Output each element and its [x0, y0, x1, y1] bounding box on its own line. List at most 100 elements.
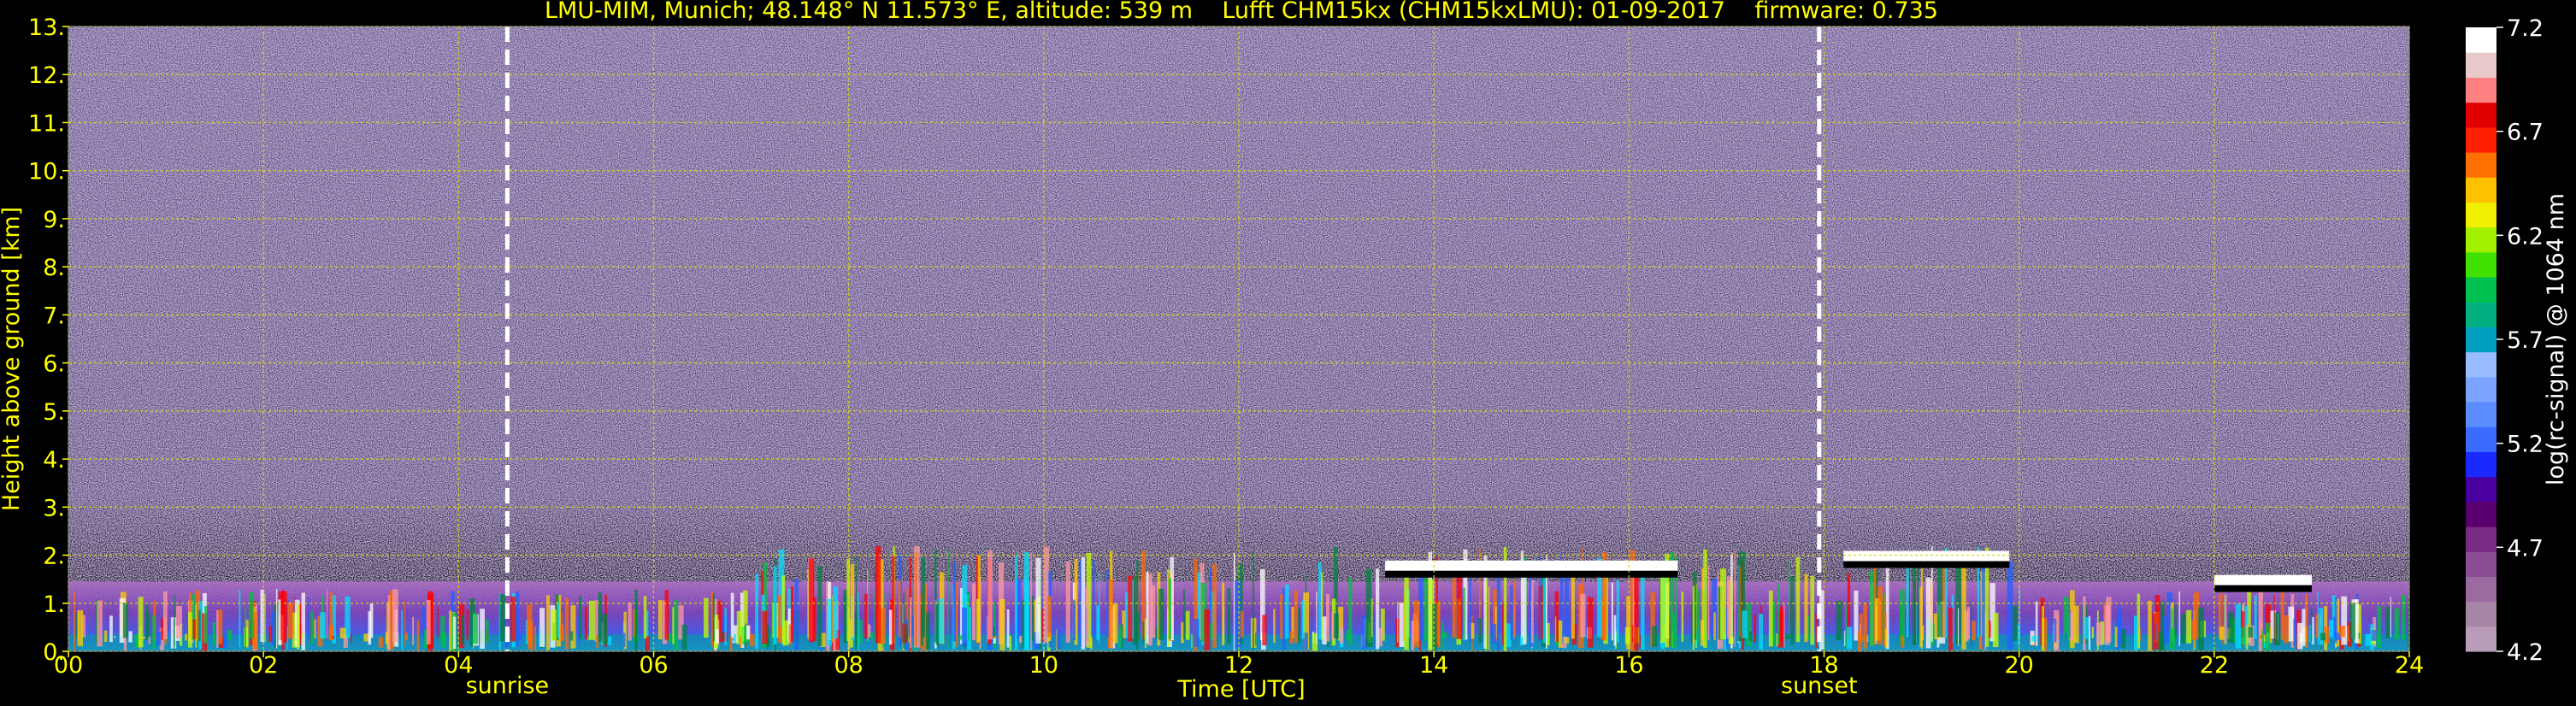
signal-column [888, 609, 893, 645]
signal-column [1810, 575, 1815, 645]
signal-column [587, 635, 589, 641]
signal-column [1884, 628, 1888, 648]
signal-column [2091, 627, 2095, 638]
signal-column [1836, 600, 1842, 641]
signal-column [1014, 555, 1017, 651]
signal-column [715, 629, 719, 644]
signal-column [1023, 552, 1029, 650]
x-tick-label: 02 [249, 652, 278, 679]
signal-column [551, 609, 557, 641]
signal-column [1901, 635, 1905, 648]
signal-column [710, 591, 714, 647]
signal-column [2302, 609, 2306, 646]
signal-column [870, 632, 873, 639]
signal-column [2169, 628, 2176, 650]
x-tick-label: 20 [2004, 652, 2033, 679]
colorbar-segment [2466, 551, 2496, 577]
signal-column [938, 598, 944, 644]
signal-column [2402, 594, 2406, 640]
signal-column [128, 631, 133, 643]
signal-column [1565, 637, 1570, 644]
signal-column [1333, 613, 1339, 638]
signal-column [2163, 616, 2167, 644]
signal-column [622, 632, 626, 648]
signal-column [1212, 563, 1217, 649]
signal-column [1432, 603, 1437, 651]
signal-column [2198, 607, 2204, 650]
signal-column [378, 637, 383, 648]
signal-column [1280, 594, 1283, 639]
signal-column [1759, 614, 1763, 650]
colorbar-segment [2466, 451, 2496, 478]
signal-column [910, 597, 912, 649]
signal-column [416, 621, 420, 651]
signal-column [2317, 591, 2319, 644]
signal-column [1294, 591, 1299, 643]
signal-column [817, 565, 822, 646]
x-tick-label: 04 [444, 652, 473, 679]
signal-column [608, 636, 612, 645]
signal-column [109, 615, 113, 643]
signal-column [664, 590, 669, 640]
signal-column [1844, 603, 1847, 648]
signal-column [1478, 618, 1483, 644]
signal-column [1235, 580, 1241, 650]
signal-column [730, 592, 734, 638]
signal-column [1056, 630, 1061, 650]
signal-column [1065, 561, 1070, 643]
signal-column [914, 552, 917, 647]
signal-column [788, 624, 791, 645]
lidar-ceilometer-chart: LMU-MIM, Munich; 48.148° N 11.573° E, al… [0, 0, 2569, 703]
signal-column [1167, 607, 1169, 638]
signal-column [1768, 590, 1773, 647]
signal-column [987, 550, 993, 640]
signal-column [645, 636, 650, 651]
signal-column [2054, 618, 2057, 643]
signal-column [921, 557, 926, 638]
signal-column [1790, 576, 1795, 645]
colorbar-segment [2466, 376, 2496, 403]
signal-column [1041, 609, 1044, 642]
signal-column [833, 586, 839, 639]
signal-column [898, 580, 901, 638]
colorbar-tick-label: 6.7 [2507, 120, 2544, 146]
signal-column [2246, 625, 2249, 650]
signal-column [527, 604, 533, 641]
signal-column [185, 633, 187, 641]
signal-column [176, 605, 182, 638]
signal-column [1713, 612, 1716, 640]
signal-column [1795, 556, 1801, 643]
signal-column [472, 612, 478, 644]
y-tick-label: 8. [43, 255, 65, 281]
signal-column [977, 556, 981, 642]
signal-column [1365, 569, 1372, 647]
signal-column [351, 632, 352, 643]
signal-column [1047, 596, 1052, 638]
signal-column [368, 610, 372, 645]
signal-column [712, 594, 715, 642]
signal-column [2283, 615, 2290, 644]
signal-column [1748, 631, 1753, 641]
signal-column [1652, 626, 1658, 647]
signal-column [1194, 619, 1200, 648]
signal-column [2134, 615, 2138, 651]
signal-column [584, 606, 587, 640]
signal-column [1738, 560, 1740, 640]
signal-column [104, 630, 108, 643]
signal-column [952, 562, 957, 642]
y-tick-label: 12. [28, 62, 65, 89]
signal-column [1523, 574, 1527, 644]
signal-column [1783, 603, 1785, 648]
signal-column [339, 627, 346, 638]
signal-column [734, 634, 736, 644]
signal-column [2113, 621, 2115, 640]
signal-column [539, 608, 545, 647]
signal-column [1611, 582, 1613, 641]
signal-column [703, 597, 709, 638]
x-tick-label: 16 [1614, 652, 1643, 679]
signal-column [1146, 571, 1149, 644]
signal-column [1906, 561, 1909, 638]
signal-column [1404, 568, 1409, 650]
signal-column [855, 556, 858, 649]
signal-column [588, 600, 595, 640]
